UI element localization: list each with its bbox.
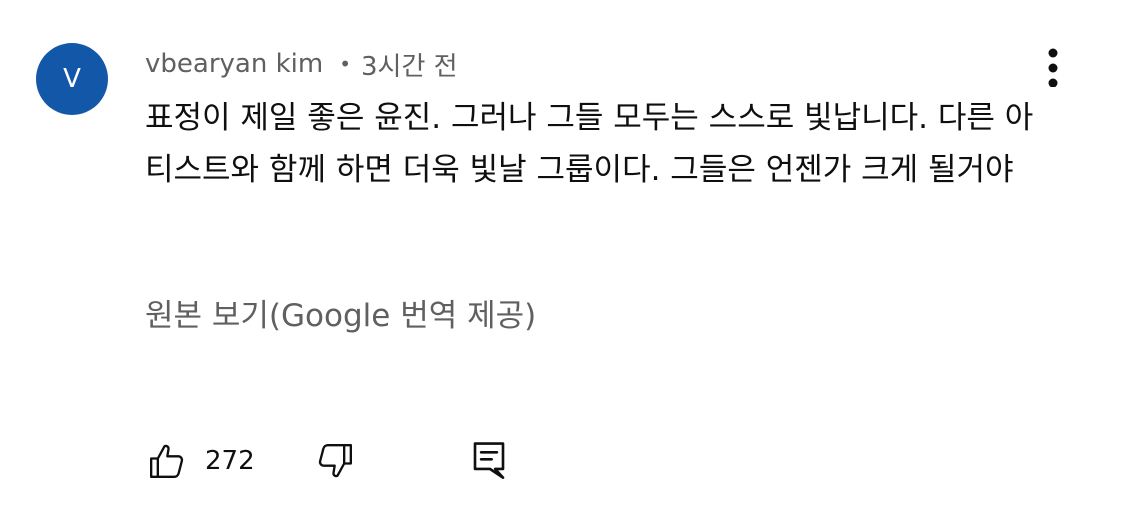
- thumbs-up-icon: [150, 444, 184, 478]
- thumbs-down-icon: [318, 444, 352, 478]
- reply-comment-icon: [473, 442, 504, 479]
- like-count: 272: [205, 446, 255, 476]
- view-original-link[interactable]: 원본 보기(Google 번역 제공): [145, 294, 536, 338]
- like-button[interactable]: [145, 436, 189, 486]
- comment-header: vbearyan kim • 3시간 전: [145, 45, 458, 83]
- timestamp[interactable]: 3시간 전: [361, 46, 458, 83]
- reply-button[interactable]: [467, 436, 511, 486]
- dislike-button[interactable]: [313, 436, 357, 486]
- avatar[interactable]: V: [36, 43, 108, 115]
- more-vertical-icon: [1048, 48, 1058, 87]
- comment-text: 표정이 제일 좋은 윤진. 그러나 그들 모두는 스스로 빛납니다. 다른 아티…: [145, 100, 1034, 188]
- more-actions-button[interactable]: [1032, 44, 1074, 90]
- avatar-letter: V: [63, 64, 81, 94]
- separator-dot: •: [339, 52, 351, 76]
- comment-action-bar: 272: [145, 436, 511, 486]
- author-name[interactable]: vbearyan kim: [145, 49, 323, 79]
